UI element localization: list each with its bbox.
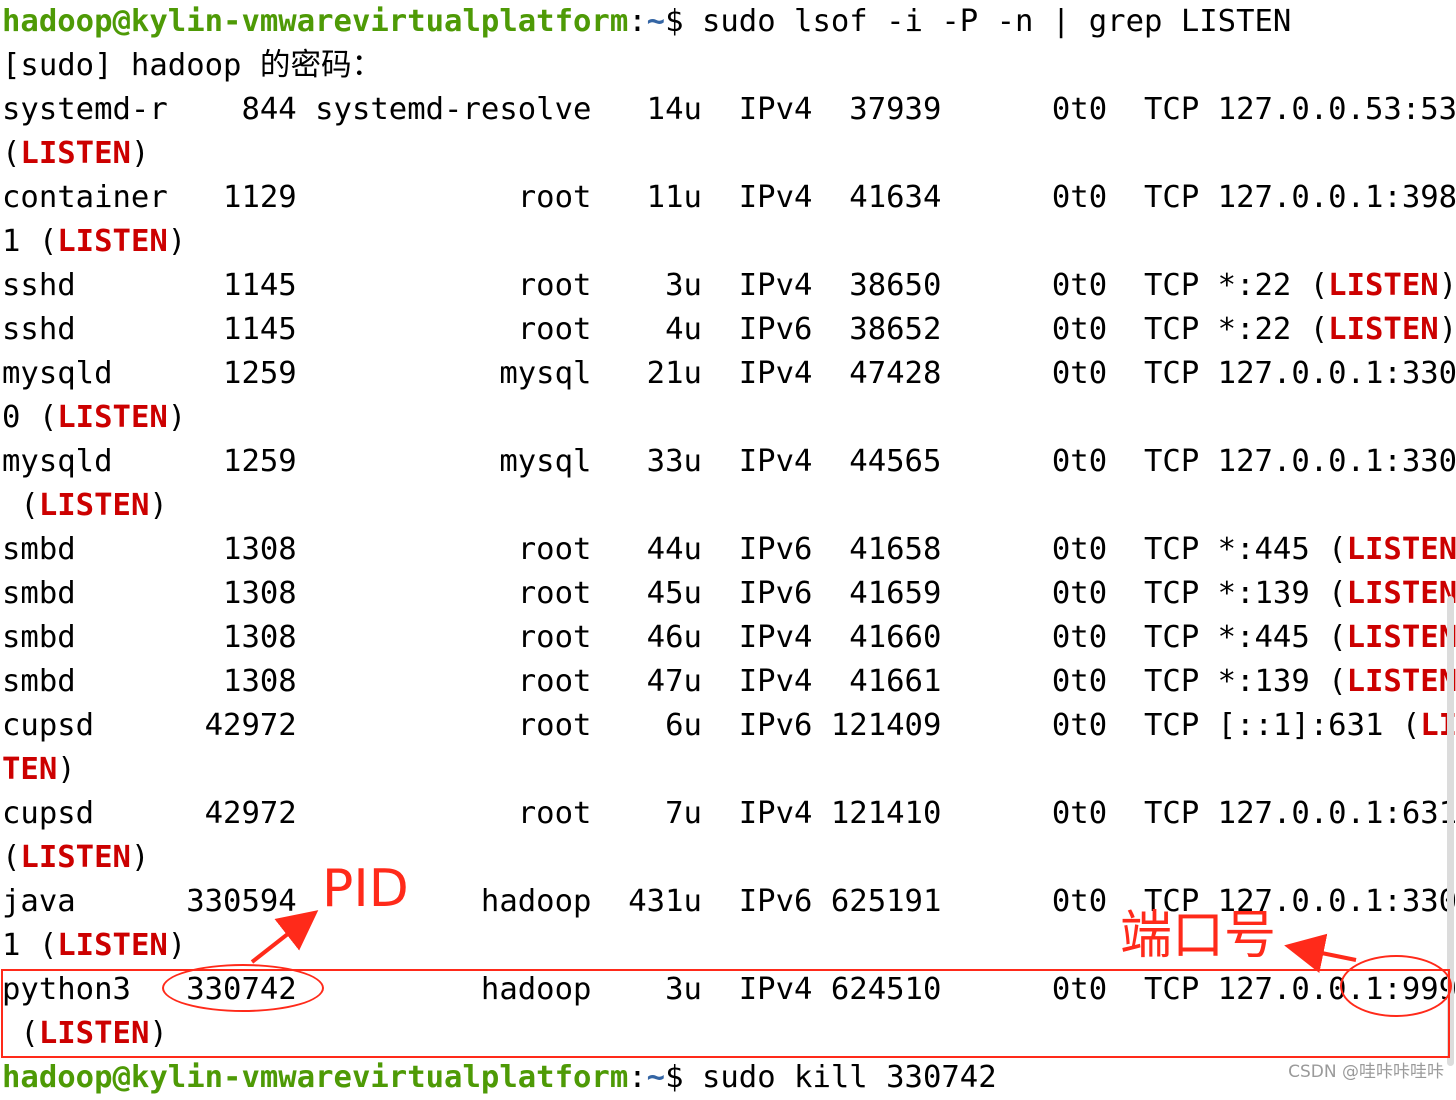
port-annotation-label: 端口号 [1120,906,1277,966]
pid-arrow [250,910,319,964]
pid-annotation-label: PID [322,859,409,919]
port-arrow [1284,933,1357,973]
csdn-watermark: CSDN @哇咔咔哇咔 [1288,1062,1444,1082]
